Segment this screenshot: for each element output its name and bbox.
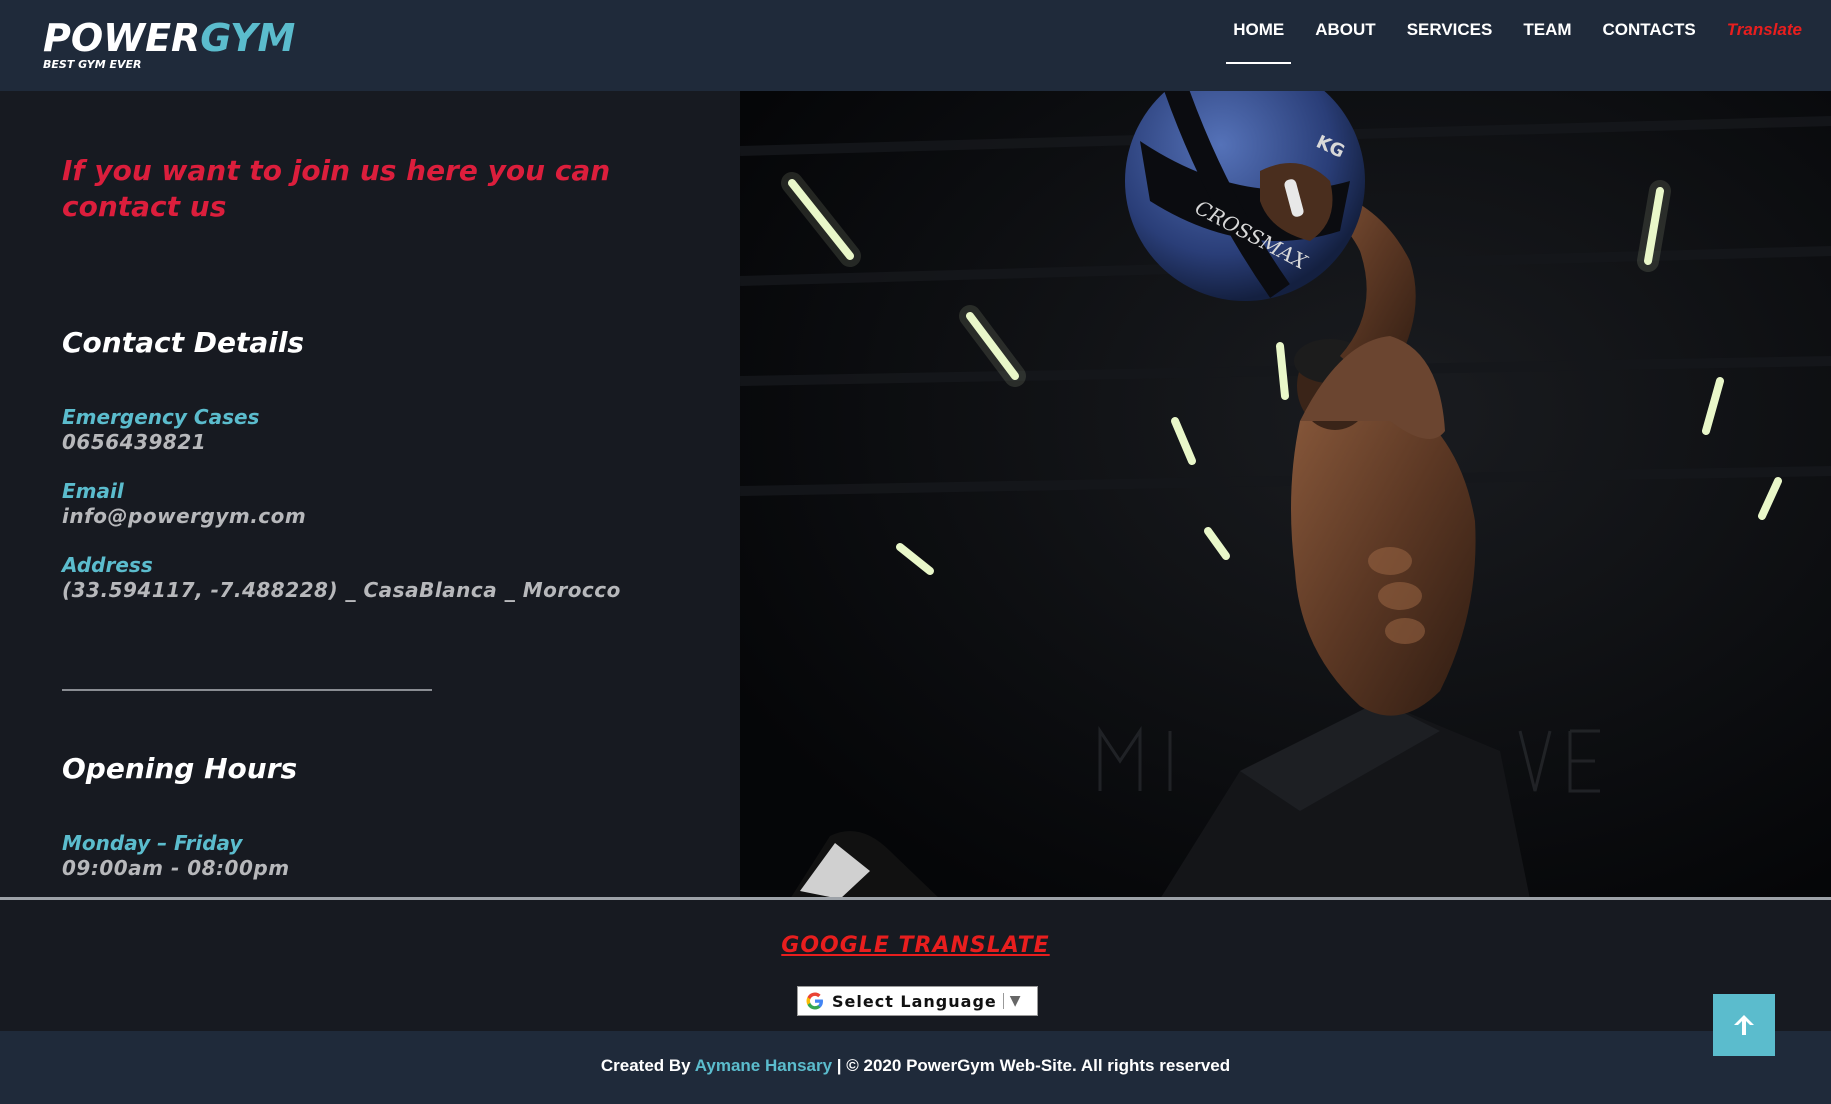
google-g-icon [804, 990, 826, 1012]
language-select-separator [1002, 993, 1004, 1009]
google-translate-title[interactable]: GOOGLE TRANSLATE [0, 933, 1831, 958]
logo[interactable]: POWERGYM BEST GYM EVER [43, 18, 295, 71]
scroll-to-top-button[interactable] [1713, 994, 1775, 1056]
nav-contacts[interactable]: CONTACTS [1596, 20, 1703, 40]
email-label: Email [62, 479, 124, 503]
athlete-illustration: CROSSMAX KG [740, 91, 1831, 899]
nav-translate[interactable]: Translate [1720, 20, 1809, 40]
logo-word-power: POWER [43, 16, 201, 60]
email-value[interactable]: info@powergym.com [62, 504, 306, 528]
section-divider [62, 689, 432, 691]
logo-tagline: BEST GYM EVER [43, 58, 142, 71]
hours-days-label: Monday – Friday [62, 831, 243, 855]
nav-team[interactable]: TEAM [1516, 20, 1578, 40]
nav-services[interactable]: SERVICES [1400, 20, 1500, 40]
footer-created-by: Created By [600, 1056, 691, 1075]
opening-hours-title: Opening Hours [62, 752, 298, 785]
footer-author-link[interactable]: Aymane Hansary [695, 1056, 832, 1075]
address-value: (33.594117, -7.488228) _ CasaBlanca _ Mo… [62, 578, 621, 602]
site-footer: Created By Aymane Hansary | © 2020 Power… [0, 1031, 1831, 1104]
main-nav: HOME ABOUT SERVICES TEAM CONTACTS Transl… [1226, 20, 1809, 64]
footer-rights: | © 2020 PowerGym Web-Site. All rights r… [836, 1056, 1231, 1075]
nav-home[interactable]: HOME [1226, 20, 1292, 64]
language-select-label: Select Language [832, 991, 997, 1011]
chevron-down-icon: ▼ [1009, 993, 1021, 1009]
arrow-up-icon [1734, 1015, 1754, 1035]
hero-image: CROSSMAX KG [740, 91, 1831, 899]
hours-value: 09:00am - 08:00pm [62, 856, 290, 880]
emergency-label: Emergency Cases [62, 405, 260, 429]
logo-wordmark: POWERGYM [43, 18, 295, 58]
nav-about[interactable]: ABOUT [1308, 20, 1382, 40]
site-header: POWERGYM BEST GYM EVER HOME ABOUT SERVIC… [0, 0, 1831, 91]
language-select[interactable]: Select Language ▼ [797, 986, 1038, 1016]
address-label: Address [62, 553, 153, 577]
emergency-phone[interactable]: 0656439821 [62, 430, 206, 454]
logo-word-gym: GYM [200, 16, 296, 60]
contact-panel: If you want to join us here you can cont… [0, 91, 740, 899]
translate-section: GOOGLE TRANSLATE Select Language ▼ [0, 900, 1831, 1031]
contact-details-title: Contact Details [62, 326, 305, 359]
contact-intro: If you want to join us here you can cont… [62, 154, 611, 223]
footer-credits: Created By Aymane Hansary | © 2020 Power… [0, 1056, 1831, 1076]
